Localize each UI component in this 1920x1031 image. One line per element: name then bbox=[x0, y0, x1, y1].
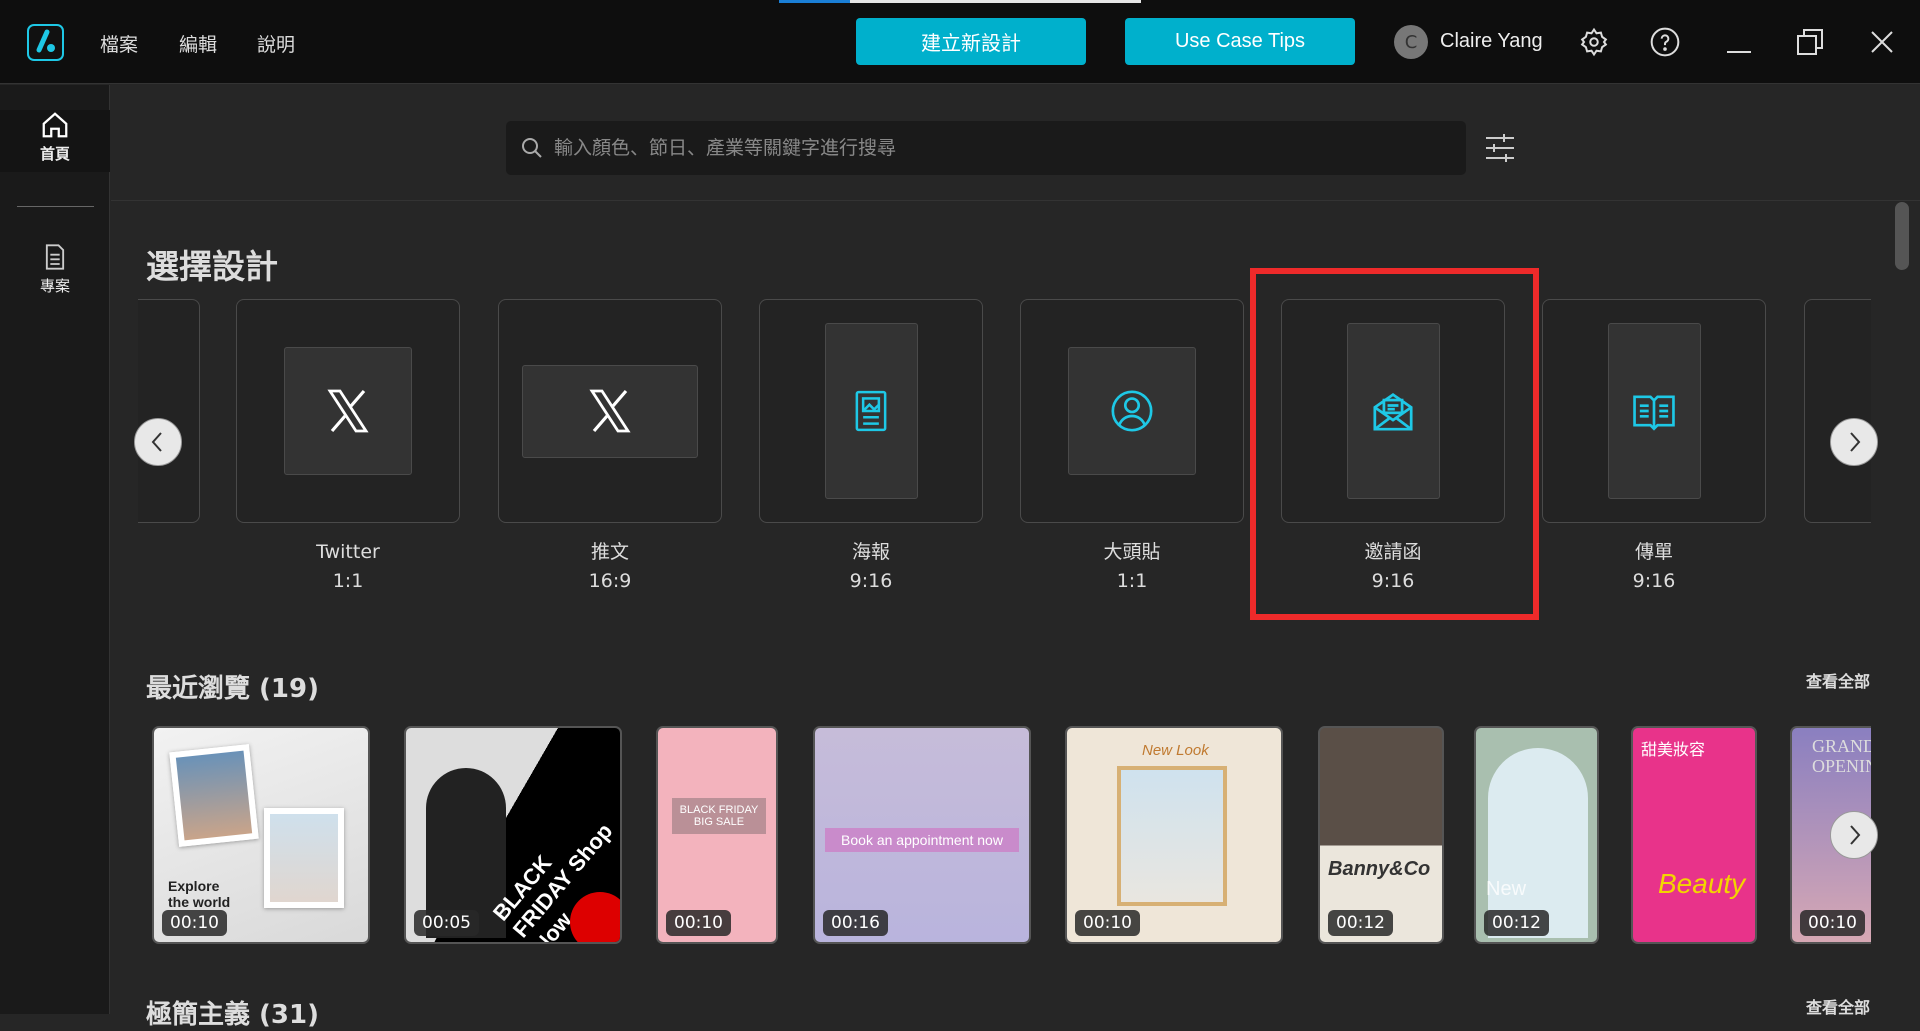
new-design-button[interactable]: 建立新設計 bbox=[856, 18, 1086, 65]
template-thumbnail[interactable]: 甜美妝容 Beauty bbox=[1631, 726, 1757, 944]
design-card-label: 海報 9:16 bbox=[849, 541, 893, 592]
section-title-choose-design: 選擇設計 bbox=[146, 247, 278, 286]
poster-icon bbox=[824, 323, 918, 499]
sidebar-item-label: 首頁 bbox=[39, 145, 70, 163]
flyer-icon bbox=[1607, 323, 1701, 499]
app-logo bbox=[27, 24, 64, 61]
search-bar[interactable] bbox=[506, 121, 1466, 175]
chevron-left-icon bbox=[151, 432, 162, 452]
section-title-minimal: 極簡主義 (31) bbox=[146, 1000, 319, 1030]
sidebar: 首頁 專案 bbox=[0, 85, 110, 1014]
recent-next-button[interactable] bbox=[1830, 811, 1878, 859]
restore-icon[interactable] bbox=[1792, 24, 1828, 60]
design-card-label: 推文 16:9 bbox=[588, 541, 632, 592]
header-divider bbox=[111, 200, 1920, 201]
see-all-recent-link[interactable]: 查看全部 bbox=[1806, 668, 1870, 692]
template-thumbnail[interactable]: Explore the world 00:10 bbox=[152, 726, 370, 944]
user-name[interactable]: Claire Yang bbox=[1440, 30, 1543, 53]
x-logo-icon bbox=[522, 364, 698, 458]
scrollbar-thumb[interactable] bbox=[1895, 202, 1909, 270]
progress-track bbox=[850, 0, 1141, 3]
recent-row: Explore the world 00:10 BLACK FRIDAY Sho… bbox=[146, 722, 1871, 950]
sidebar-item-label: 專案 bbox=[39, 277, 70, 295]
progress-fill bbox=[779, 0, 850, 3]
title-bar: 檔案 編輯 說明 建立新設計 Use Case Tips C Claire Ya… bbox=[0, 0, 1920, 84]
design-carousel: Twitter 1:1 推文 16:9 海報 9:16 大頭貼 1:1 邀請函 9:16 … bbox=[138, 299, 1871, 599]
help-icon[interactable] bbox=[1647, 24, 1683, 60]
profile-icon bbox=[1068, 347, 1196, 475]
design-card-label: 傳單 9:16 bbox=[1632, 541, 1676, 592]
x-logo-icon bbox=[284, 347, 412, 475]
search-input[interactable] bbox=[554, 137, 1434, 159]
search-icon bbox=[522, 138, 542, 158]
design-card-partial[interactable] bbox=[138, 299, 200, 523]
see-all-minimal-link[interactable]: 查看全部 bbox=[1806, 994, 1870, 1018]
document-icon bbox=[45, 244, 65, 270]
duration-badge: 00:10 bbox=[162, 910, 227, 936]
minimize-icon[interactable] bbox=[1721, 24, 1757, 60]
duration-badge: 00:05 bbox=[414, 910, 479, 936]
duration-badge: 00:10 bbox=[1800, 910, 1865, 936]
menu-help[interactable]: 說明 bbox=[257, 30, 295, 57]
section-title-recent: 最近瀏覽 (19) bbox=[146, 674, 319, 704]
highlight-box bbox=[1250, 268, 1539, 620]
template-thumbnail[interactable]: Banny&Co 00:12 bbox=[1318, 726, 1444, 944]
design-card-label: Twitter 1:1 bbox=[316, 541, 380, 592]
close-icon[interactable] bbox=[1864, 24, 1900, 60]
template-thumbnail[interactable]: New Look 00:10 bbox=[1065, 726, 1283, 944]
chevron-right-icon bbox=[1850, 432, 1861, 452]
sidebar-divider bbox=[17, 206, 94, 207]
duration-badge: 00:10 bbox=[666, 910, 731, 936]
filter-icon[interactable] bbox=[1484, 133, 1516, 167]
template-thumbnail[interactable]: Book an appointment now 00:16 bbox=[813, 726, 1031, 944]
design-card-tweet[interactable] bbox=[498, 299, 722, 523]
sidebar-item-projects[interactable]: 專案 bbox=[0, 242, 110, 296]
home-icon bbox=[42, 112, 68, 138]
template-thumbnail[interactable]: BLACK FRIDAY BIG SALE 00:10 bbox=[656, 726, 778, 944]
use-case-tips-button[interactable]: Use Case Tips bbox=[1125, 18, 1355, 65]
design-card-avatar[interactable] bbox=[1020, 299, 1244, 523]
avatar[interactable]: C bbox=[1394, 25, 1428, 59]
design-card-partial[interactable] bbox=[1804, 299, 1871, 523]
design-card-twitter[interactable] bbox=[236, 299, 460, 523]
carousel-next-button[interactable] bbox=[1830, 418, 1878, 466]
template-thumbnail[interactable]: BLACK FRIDAY Shop Now 00:05 bbox=[404, 726, 622, 944]
design-card-poster[interactable] bbox=[759, 299, 983, 523]
chevron-right-icon bbox=[1850, 825, 1861, 845]
gear-icon[interactable] bbox=[1576, 24, 1612, 60]
duration-badge: 00:16 bbox=[823, 910, 888, 936]
design-card-label: 大頭貼 1:1 bbox=[1103, 541, 1161, 592]
sidebar-item-home[interactable]: 首頁 bbox=[0, 110, 110, 172]
design-card-flyer[interactable] bbox=[1542, 299, 1766, 523]
duration-badge: 00:12 bbox=[1328, 910, 1393, 936]
menu-file[interactable]: 檔案 bbox=[100, 30, 138, 57]
duration-badge: 00:12 bbox=[1484, 910, 1549, 936]
duration-badge: 00:10 bbox=[1075, 910, 1140, 936]
menu-edit[interactable]: 編輯 bbox=[179, 30, 217, 57]
carousel-prev-button[interactable] bbox=[134, 418, 182, 466]
template-thumbnail[interactable]: New 00:12 bbox=[1474, 726, 1599, 944]
